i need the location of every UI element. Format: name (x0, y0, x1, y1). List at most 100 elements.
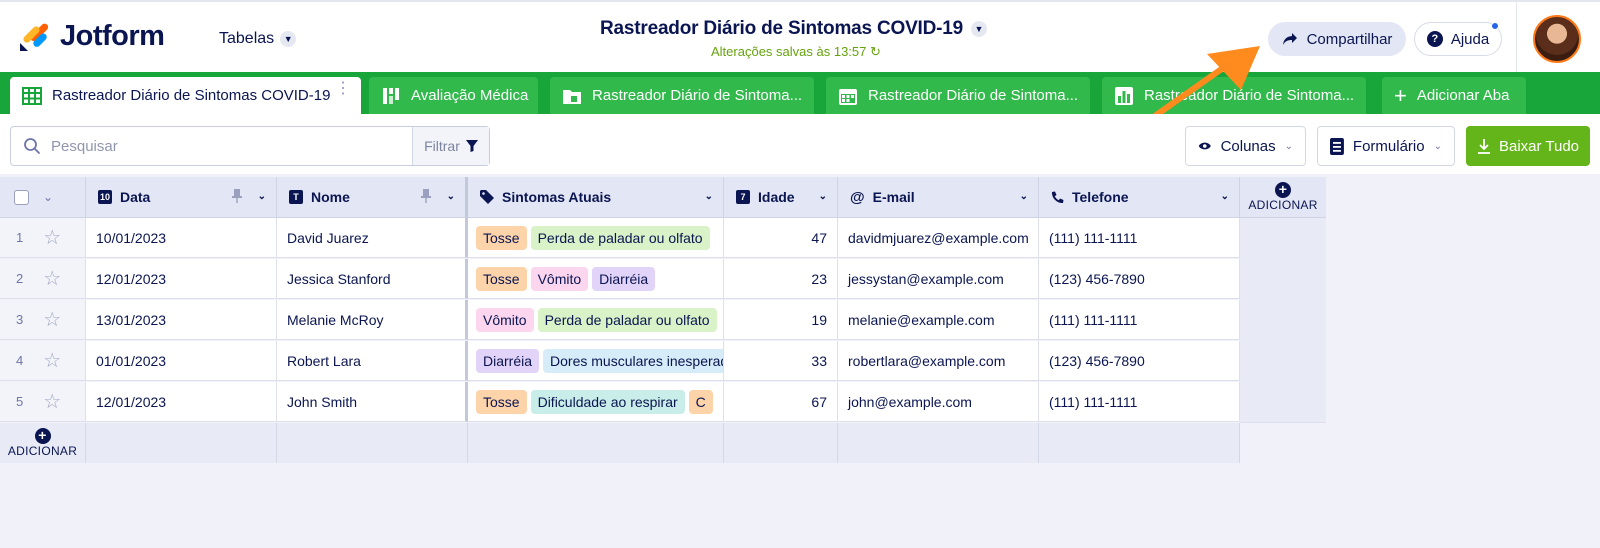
plus-icon: + (1394, 82, 1407, 108)
chevron-down-icon[interactable]: ⌄ (43, 190, 53, 204)
date-cell[interactable]: 13/01/2023 (86, 300, 277, 340)
download-all-button[interactable]: Baixar Tudo (1466, 126, 1590, 166)
name-cell[interactable]: David Juarez (277, 218, 468, 258)
email-cell[interactable]: jessystan@example.com (838, 259, 1039, 299)
select-all-checkbox[interactable] (14, 189, 29, 205)
star-icon[interactable]: ☆ (43, 348, 61, 373)
chevron-down-icon[interactable]: ⌄ (1020, 191, 1028, 202)
chevron-down-icon[interactable]: ⌄ (819, 191, 827, 202)
chevron-down-icon: ▼ (280, 31, 297, 47)
pin-icon[interactable] (421, 189, 431, 206)
age-cell[interactable]: 67 (724, 382, 838, 422)
age-cell[interactable]: 23 (724, 259, 838, 299)
tab-menu-dots-icon[interactable]: ⋮ (335, 81, 351, 97)
share-button[interactable]: Compartilhar (1268, 22, 1406, 56)
symptoms-cell[interactable]: Tosse Vômito Diarréia (468, 259, 724, 299)
column-header-telefone[interactable]: Telefone ⌄ (1039, 177, 1240, 218)
symptom-tag: Perda de paladar ou olfato (537, 307, 717, 332)
name-cell[interactable]: Jessica Stanford (277, 259, 468, 299)
table-row[interactable]: 4 ☆ 01/01/2023 Robert Lara Diarréia Dores… (0, 341, 1240, 381)
row-index-cell: 3 ☆ (0, 300, 86, 340)
number-icon: 7 (736, 190, 750, 204)
table-row[interactable]: 1 ☆ 10/01/2023 David Juarez Tosse Perda d… (0, 218, 1240, 258)
date-cell[interactable]: 10/01/2023 (86, 218, 277, 258)
column-header-sintomas[interactable]: Sintomas Atuais ⌄ (468, 177, 724, 218)
email-cell[interactable]: davidmjuarez@example.com (838, 218, 1039, 258)
email-cell[interactable]: john@example.com (838, 382, 1039, 422)
date-cell[interactable]: 12/01/2023 (86, 259, 277, 299)
tables-menu[interactable]: Tabelas ▼ (219, 30, 297, 48)
column-label: Telefone (1072, 189, 1129, 205)
tab-label: Rastreador Diário de Sintoma... (868, 87, 1079, 104)
table-row[interactable]: 2 ☆ 12/01/2023 Jessica Stanford Tosse Vôm… (0, 259, 1240, 299)
symptom-tag: Tosse (476, 266, 527, 291)
tab-folder-view[interactable]: Rastreador Diário de Sintoma... (550, 77, 814, 114)
calendar-icon (839, 88, 857, 105)
date-cell[interactable]: 01/01/2023 (86, 341, 277, 381)
tab-calendar-view[interactable]: Rastreador Diário de Sintoma... (826, 77, 1090, 114)
tag-icon (480, 190, 494, 204)
form-button[interactable]: Formulário ⌄ (1317, 126, 1455, 166)
add-column-label: ADICIONAR (1248, 198, 1318, 212)
pin-icon[interactable] (232, 189, 242, 206)
email-cell[interactable]: melanie@example.com (838, 300, 1039, 340)
chevron-down-icon[interactable]: ⌄ (705, 191, 713, 202)
phone-cell[interactable]: (123) 456-7890 (1039, 259, 1240, 299)
chevron-down-icon[interactable]: ⌄ (1221, 191, 1229, 202)
add-row-bar: + ADICIONAR (0, 423, 1240, 463)
search-input[interactable] (41, 127, 391, 165)
age-cell[interactable]: 19 (724, 300, 838, 340)
table-title[interactable]: Rastreador Diário de Sintomas COVID-19 (600, 18, 963, 40)
phone-cell[interactable]: (111) 111-1111 (1039, 300, 1240, 340)
column-label: Idade (758, 189, 795, 205)
phone-cell[interactable]: (123) 456-7890 (1039, 341, 1240, 381)
email-cell[interactable]: robertlara@example.com (838, 341, 1039, 381)
help-button[interactable]: ? Ajuda (1414, 22, 1502, 56)
filter-button[interactable]: Filtrar (412, 127, 489, 165)
columns-button[interactable]: Colunas ⌄ (1185, 126, 1306, 166)
tab-label: Rastreador Diário de Sintoma... (592, 87, 803, 104)
add-row-button[interactable]: + ADICIONAR (0, 423, 86, 463)
symptoms-cell[interactable]: Vômito Perda de paladar ou olfato (468, 300, 724, 340)
at-icon: @ (850, 188, 865, 206)
table-row[interactable]: 5 ☆ 12/01/2023 John Smith Tosse Dificulda… (0, 382, 1240, 422)
refresh-icon: ↻ (870, 44, 881, 59)
tab-covid-tracker-table[interactable]: Rastreador Diário de Sintomas COVID-19 ⋮ (10, 77, 361, 114)
column-header-data[interactable]: 10 Data ⌄ (86, 177, 277, 218)
column-header-idade[interactable]: 7 Idade ⌄ (724, 177, 838, 218)
chevron-down-icon[interactable]: ⌄ (258, 191, 266, 202)
name-cell[interactable]: John Smith (277, 382, 468, 422)
phone-cell[interactable]: (111) 111-1111 (1039, 218, 1240, 258)
symptoms-cell[interactable]: Tosse Dificuldade ao respirar C (468, 382, 724, 422)
symptoms-cell[interactable]: Diarréia Dores musculares inesperadas (468, 341, 724, 381)
star-icon[interactable]: ☆ (43, 225, 61, 250)
tables-menu-label: Tabelas (219, 30, 275, 47)
symptom-tag: Perda de paladar ou olfato (530, 225, 710, 250)
row-index-cell: 4 ☆ (0, 341, 86, 381)
add-tab-button[interactable]: + Adicionar Aba (1382, 77, 1526, 114)
column-header-nome[interactable]: T Nome ⌄ (277, 177, 468, 218)
symptoms-cell[interactable]: Tosse Perda de paladar ou olfato (468, 218, 724, 258)
column-label: E-mail (872, 189, 915, 205)
add-column-button[interactable]: + ADICIONAR (1240, 177, 1326, 218)
phone-cell[interactable]: (111) 111-1111 (1039, 382, 1240, 422)
name-cell[interactable]: Melanie McRoy (277, 300, 468, 340)
star-icon[interactable]: ☆ (43, 266, 61, 291)
star-icon[interactable]: ☆ (43, 307, 61, 332)
title-chevron-down-icon[interactable]: ▼ (971, 21, 988, 37)
date-cell[interactable]: 12/01/2023 (86, 382, 277, 422)
chevron-down-icon[interactable]: ⌄ (447, 191, 455, 202)
tab-avaliacao-medica[interactable]: Avaliação Médica (369, 77, 538, 114)
column-header-email[interactable]: @ E-mail ⌄ (838, 177, 1039, 218)
symptom-tag: Dores musculares inesperadas (543, 348, 723, 373)
symptom-tag: C (688, 389, 713, 414)
age-cell[interactable]: 47 (724, 218, 838, 258)
user-avatar[interactable] (1533, 15, 1581, 63)
table-row[interactable]: 3 ☆ 13/01/2023 Melanie McRoy Vômito Perda… (0, 300, 1240, 340)
name-cell[interactable]: Robert Lara (277, 341, 468, 381)
question-icon: ? (1426, 31, 1443, 47)
jotform-logo[interactable]: Jotform (18, 20, 165, 53)
age-cell[interactable]: 33 (724, 341, 838, 381)
star-icon[interactable]: ☆ (43, 389, 61, 414)
notification-dot (1491, 22, 1499, 30)
